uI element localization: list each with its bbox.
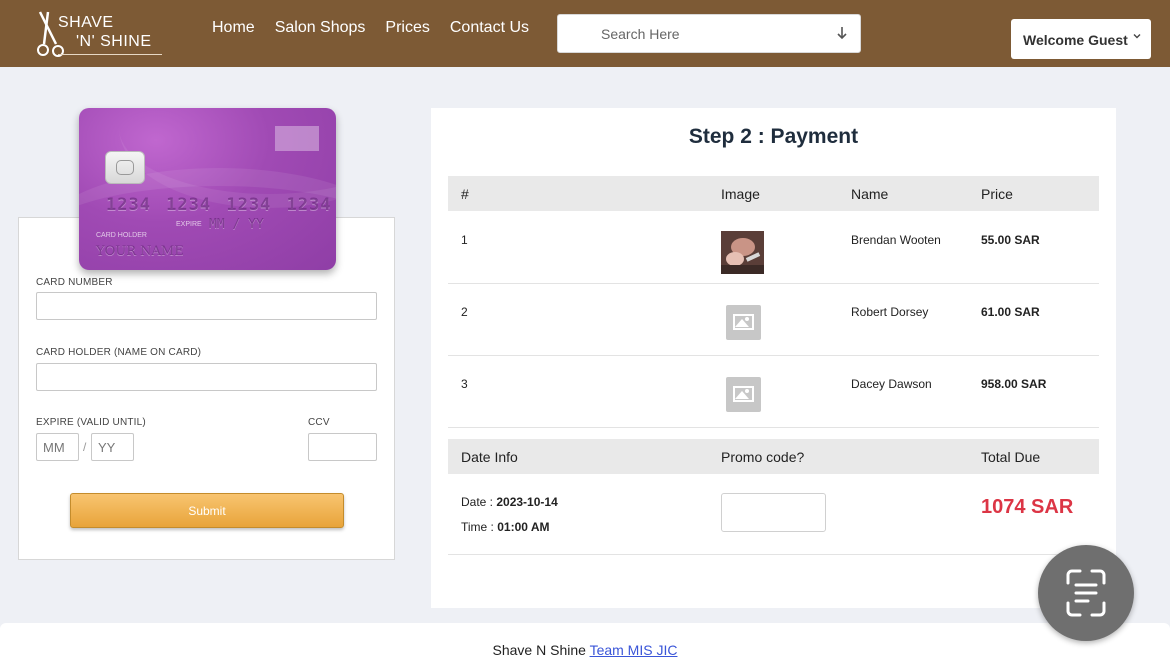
row-price: 61.00 SAR: [981, 305, 1040, 319]
row-index: 1: [461, 233, 468, 247]
expire-label: EXPIRE (VALID UNTIL): [36, 417, 146, 428]
logo-text-shine: 'N' SHINE: [76, 33, 152, 50]
column-price: Price: [981, 186, 1013, 202]
table-row: 1 Brendan Wooten 55.00 SAR: [448, 212, 1099, 284]
scan-icon: [1066, 569, 1106, 617]
main-nav: Home Salon Shops Prices Contact Us: [212, 19, 529, 37]
date-value: 2023-10-14: [496, 495, 558, 509]
time-label: Time :: [461, 520, 494, 534]
row-price: 958.00 SAR: [981, 377, 1047, 391]
payment-panel: Step 2 : Payment # Image Name Price 1 Br…: [431, 108, 1116, 608]
submit-button[interactable]: Submit: [70, 493, 344, 528]
footer-team-link[interactable]: Team MIS JIC: [590, 642, 678, 658]
expire-month-input[interactable]: [36, 433, 79, 461]
image-placeholder-icon: [726, 377, 761, 412]
card-expire-label: EXPIRE: [176, 221, 202, 228]
logo-underline: [58, 54, 162, 55]
footer: Shave N Shine Team MIS JIC: [0, 623, 1170, 672]
footer-text: Shave N Shine: [492, 642, 586, 658]
expire-year-input[interactable]: [91, 433, 134, 461]
time-value: 01:00 AM: [497, 520, 550, 534]
search-input[interactable]: [558, 15, 828, 52]
summary-table-header: Date Info Promo code? Total Due: [448, 439, 1099, 474]
column-total-due: Total Due: [981, 449, 1041, 465]
ccv-input[interactable]: [308, 433, 377, 461]
user-menu-label: Welcome Guest: [1023, 32, 1128, 48]
nav-home-link[interactable]: Home: [212, 19, 255, 37]
column-image: Image: [721, 186, 760, 202]
nav-salon-shops-link[interactable]: Salon Shops: [275, 19, 366, 37]
search-box: [557, 14, 861, 53]
card-number-label: CARD NUMBER: [36, 277, 113, 288]
card-number-display: 1234 1234 1234 1234: [106, 195, 332, 215]
promo-code-input[interactable]: [721, 493, 826, 532]
nav-contact-us-link[interactable]: Contact Us: [450, 19, 529, 37]
table-row: 3 Dacey Dawson 958.00 SAR: [448, 356, 1099, 428]
card-number-input[interactable]: [36, 292, 377, 320]
time-info: Time : 01:00 AM: [461, 520, 549, 534]
row-name: Dacey Dawson: [851, 377, 932, 391]
top-navbar: SHAVE 'N' SHINE Home Salon Shops Prices …: [0, 0, 1170, 67]
nav-prices-link[interactable]: Prices: [385, 19, 429, 37]
date-separator: /: [83, 440, 87, 454]
logo-text-shave: SHAVE: [58, 14, 114, 31]
logo[interactable]: SHAVE 'N' SHINE: [34, 10, 164, 60]
barber-photo: [721, 231, 764, 274]
arrow-down-icon[interactable]: [836, 25, 848, 41]
credit-card-preview: 1234 1234 1234 1234 EXPIRE MM / YY CARD …: [79, 108, 336, 270]
row-index: 2: [461, 305, 468, 319]
user-menu-button[interactable]: Welcome Guest: [1011, 19, 1151, 59]
card-chip-icon: [105, 151, 145, 184]
row-price: 55.00 SAR: [981, 233, 1040, 247]
services-table-header: # Image Name Price: [448, 176, 1099, 211]
column-promo-code: Promo code?: [721, 449, 805, 465]
card-holder-label: CARD HOLDER: [96, 232, 147, 239]
table-row: 2 Robert Dorsey 61.00 SAR: [448, 284, 1099, 356]
total-due-value: 1074 SAR: [981, 496, 1074, 518]
date-info: Date : 2023-10-14: [461, 495, 558, 509]
scan-text-button[interactable]: [1038, 545, 1134, 641]
column-date-info: Date Info: [461, 449, 518, 465]
summary-row: Date : 2023-10-14 Time : 01:00 AM 1074 S…: [448, 473, 1099, 555]
card-brand-logo: [275, 126, 319, 151]
card-holder-display: YOUR NAME: [96, 244, 184, 259]
column-index: #: [461, 186, 469, 202]
row-index: 3: [461, 377, 468, 391]
row-name: Brendan Wooten: [851, 233, 941, 247]
page-title: Step 2 : Payment: [688, 125, 859, 148]
card-holder-label: CARD HOLDER (NAME ON CARD): [36, 347, 202, 358]
image-placeholder-icon: [726, 305, 761, 340]
chevron-down-icon: [1133, 34, 1141, 39]
card-holder-input[interactable]: [36, 363, 377, 391]
column-name: Name: [851, 186, 889, 202]
date-label: Date :: [461, 495, 494, 509]
card-expire-display: MM / YY: [209, 217, 264, 232]
ccv-label: CCV: [308, 417, 330, 428]
row-name: Robert Dorsey: [851, 305, 929, 319]
